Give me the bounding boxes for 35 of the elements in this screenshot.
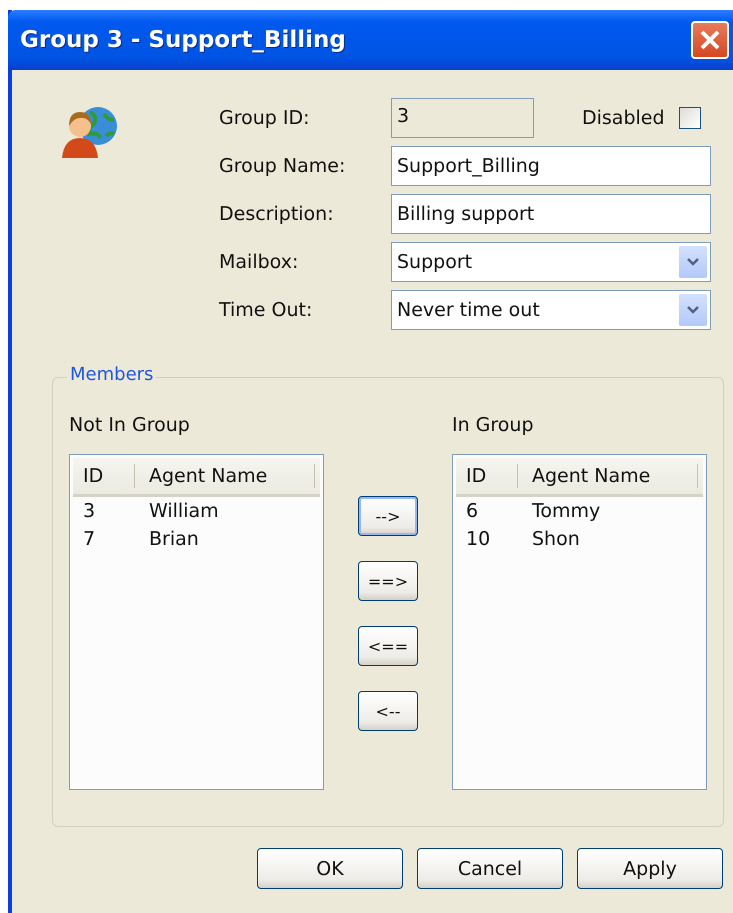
group-id-field[interactable]: 3: [391, 98, 534, 138]
table-cell-text: 3: [82, 500, 96, 522]
dropdown-field[interactable]: Support: [391, 242, 711, 282]
agent-list[interactable]: ID Agent Name 3 William 7 Brian: [69, 454, 324, 790]
field-label: Description:: [219, 203, 335, 225]
dialog-button[interactable]: Apply: [577, 848, 723, 889]
dialog-button[interactable]: OK: [257, 848, 403, 889]
table-cell-text: Tommy: [531, 500, 602, 522]
move-button[interactable]: <==: [358, 626, 418, 666]
field-label: Group ID:: [219, 107, 311, 129]
text-field[interactable]: Support_Billing: [391, 146, 711, 186]
table-cell-text: Brian: [148, 528, 200, 550]
column-header[interactable]: Agent Name: [135, 464, 315, 488]
dropdown-field[interactable]: Never time out: [391, 290, 711, 330]
column-header[interactable]: ID: [73, 464, 135, 488]
column-header[interactable]: Agent Name: [518, 464, 698, 488]
move-button[interactable]: <--: [358, 691, 418, 731]
field-label: Time Out:: [219, 299, 314, 321]
table-cell-text: 7: [82, 528, 96, 550]
move-button[interactable]: -->: [358, 496, 418, 536]
field-label: Mailbox:: [219, 251, 300, 273]
table-cell-text: Shon: [531, 528, 581, 550]
text-field[interactable]: Billing support: [391, 194, 711, 234]
dialog-button[interactable]: Cancel: [417, 848, 563, 889]
list-heading: In Group: [452, 414, 535, 436]
table-cell-text: William: [148, 500, 220, 522]
column-header[interactable]: ID: [456, 464, 518, 488]
list-heading: Not In Group: [69, 414, 191, 436]
table-cell-text: 10: [465, 528, 492, 550]
window-title: Group 3 - Support_Billing: [20, 27, 346, 53]
agent-list[interactable]: ID Agent Name 6 Tommy 10 Shon: [452, 454, 707, 790]
checkbox-label: Disabled: [582, 107, 665, 129]
move-button[interactable]: ==>: [358, 561, 418, 601]
field-label: Group Name:: [219, 155, 346, 177]
table-cell-text: 6: [465, 500, 480, 522]
